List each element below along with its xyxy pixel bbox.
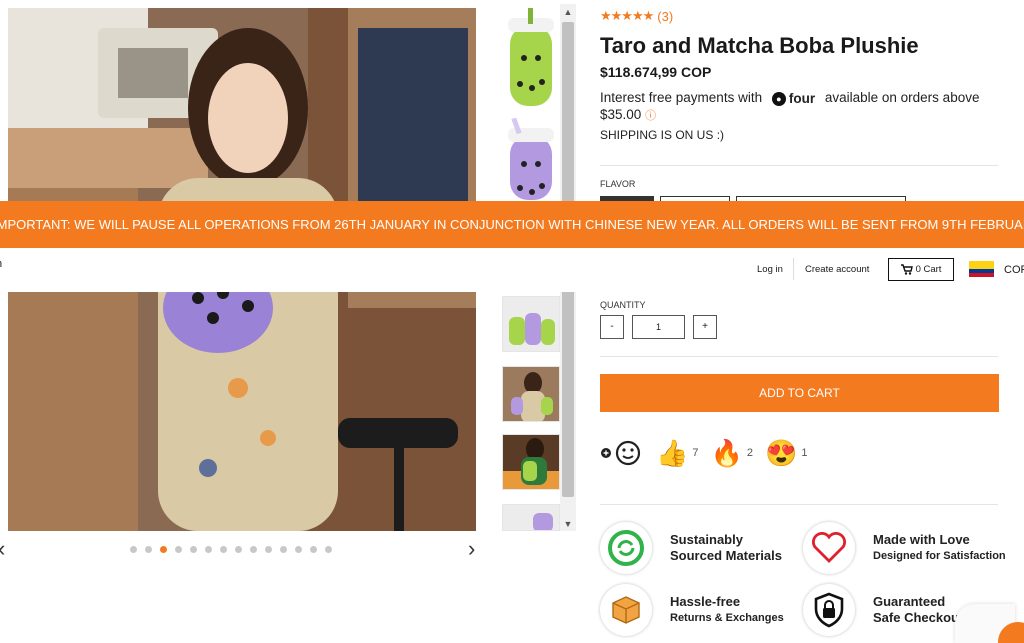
four-brand-name: four xyxy=(788,91,816,106)
heart-icon xyxy=(803,522,855,574)
shield-lock-icon xyxy=(803,584,855,636)
carousel-dot[interactable] xyxy=(295,546,302,553)
add-reaction-icon[interactable] xyxy=(600,438,642,468)
carousel-dot[interactable] xyxy=(310,546,317,553)
feature-title: Guaranteed xyxy=(873,594,946,609)
thumbnail-taro[interactable] xyxy=(502,118,560,200)
carousel-dot[interactable] xyxy=(145,546,152,553)
installments-prefix: Interest free payments with xyxy=(600,90,763,105)
feature-sustainable: Sustainably Sourced Materials xyxy=(600,522,782,574)
reactions-bar: 👍 7 🔥 2 😍 1 xyxy=(600,438,820,468)
installment-info: Interest free payments with ● four availa… xyxy=(600,90,1000,124)
fire-icon[interactable]: 🔥 xyxy=(711,438,743,468)
announcement-text: IMPORTANT: WE WILL PAUSE ALL OPERATIONS … xyxy=(0,217,1024,232)
carousel-dot[interactable] xyxy=(265,546,272,553)
reaction-count: 2 xyxy=(746,447,753,459)
carousel-dots xyxy=(130,546,332,553)
quantity-decrease-button[interactable]: - xyxy=(600,315,624,339)
feature-title: Made with Love xyxy=(873,532,970,547)
heart-eyes-icon[interactable]: 😍 xyxy=(765,438,797,468)
scroll-down-icon[interactable]: ▼ xyxy=(562,518,574,530)
quantity-input[interactable]: 1 xyxy=(632,315,685,339)
feature-title: Hassle-free xyxy=(670,594,741,609)
divider xyxy=(600,504,998,505)
carousel-dot[interactable] xyxy=(235,546,242,553)
shipping-note: SHIPPING IS ON US :) xyxy=(600,128,725,142)
thumbnail-model-1[interactable] xyxy=(502,366,560,422)
carousel-prev-button[interactable]: ‹ xyxy=(0,538,5,560)
cart-icon xyxy=(900,264,913,275)
feature-safe-checkout: Guaranteed Safe Checkout xyxy=(803,584,963,636)
carousel-dot[interactable] xyxy=(130,546,137,553)
currency-selector[interactable]: COP xyxy=(1004,264,1024,276)
thumbs-up-icon[interactable]: 👍 xyxy=(656,438,688,468)
cart-button[interactable]: 0 Cart xyxy=(888,258,954,281)
create-account-link[interactable]: Create account xyxy=(805,264,869,275)
carousel-dot[interactable] xyxy=(160,546,167,553)
four-brand-icon: ● xyxy=(771,92,786,106)
add-to-cart-button[interactable]: ADD TO CART xyxy=(600,374,999,412)
feature-subtitle: Sourced Materials xyxy=(670,548,782,563)
feature-subtitle: Designed for Satisfaction xyxy=(873,550,1006,562)
feature-returns: Hassle-free Returns & Exchanges xyxy=(600,584,784,636)
thumbnail-group-photo[interactable] xyxy=(502,296,560,352)
login-link[interactable]: Log in xyxy=(757,264,783,275)
carousel-dot[interactable] xyxy=(280,546,287,553)
product-price: $118.674,99 COP xyxy=(600,64,712,80)
product-title: Taro and Matcha Boba Plushie xyxy=(600,33,919,58)
reaction-count: 1 xyxy=(801,447,808,459)
header-divider xyxy=(793,258,794,280)
rating-count[interactable]: (3) xyxy=(657,9,673,24)
carousel-dot[interactable] xyxy=(205,546,212,553)
quantity-increase-button[interactable]: + xyxy=(693,315,717,339)
scroll-up-icon[interactable]: ▲ xyxy=(562,6,574,18)
divider xyxy=(600,356,998,357)
carousel-dot[interactable] xyxy=(190,546,197,553)
box-icon xyxy=(600,584,652,636)
thumbnail-model-2[interactable] xyxy=(502,434,560,490)
divider xyxy=(600,165,998,166)
carousel-dot[interactable] xyxy=(175,546,182,553)
feature-text: Guaranteed Safe Checkout xyxy=(873,594,963,626)
info-icon[interactable]: ⓘ xyxy=(645,110,656,122)
star-rating-icon: ★★★★★ xyxy=(600,8,654,23)
carousel-next-button[interactable]: › xyxy=(468,538,475,560)
thumbnail-model-3[interactable] xyxy=(502,504,560,531)
flavor-label: FLAVOR xyxy=(600,179,636,189)
recycle-icon xyxy=(600,522,652,574)
feature-subtitle: Returns & Exchanges xyxy=(670,612,784,624)
header-bar xyxy=(0,248,1024,292)
announcement-bar: IMPORTANT: WE WILL PAUSE ALL OPERATIONS … xyxy=(0,201,1024,248)
feature-subtitle: Safe Checkout xyxy=(873,610,964,625)
carousel-dot[interactable] xyxy=(220,546,227,553)
reaction-count: 7 xyxy=(692,447,699,459)
feature-title: Sustainably xyxy=(670,532,743,547)
feature-text: Made with Love Designed for Satisfaction xyxy=(873,532,1006,564)
colombia-flag-icon[interactable] xyxy=(969,261,994,277)
quantity-label: QUANTITY xyxy=(600,300,646,310)
carousel-dot[interactable] xyxy=(250,546,257,553)
product-page: ▲ ▼ ‹ › ★★★★★ (3) Taro and Matcha Boba P… xyxy=(0,0,1024,643)
four-logo: ● four xyxy=(771,91,816,107)
feature-text: Hassle-free Returns & Exchanges xyxy=(670,594,784,626)
product-rating[interactable]: ★★★★★ (3) xyxy=(600,8,673,24)
cart-label: 0 Cart xyxy=(915,264,942,275)
feature-text: Sustainably Sourced Materials xyxy=(670,532,782,564)
carousel-dot[interactable] xyxy=(325,546,332,553)
feature-made-with-love: Made with Love Designed for Satisfaction xyxy=(803,522,1006,574)
header-left-fragment: n xyxy=(0,258,2,270)
thumbnail-matcha[interactable] xyxy=(502,8,560,110)
